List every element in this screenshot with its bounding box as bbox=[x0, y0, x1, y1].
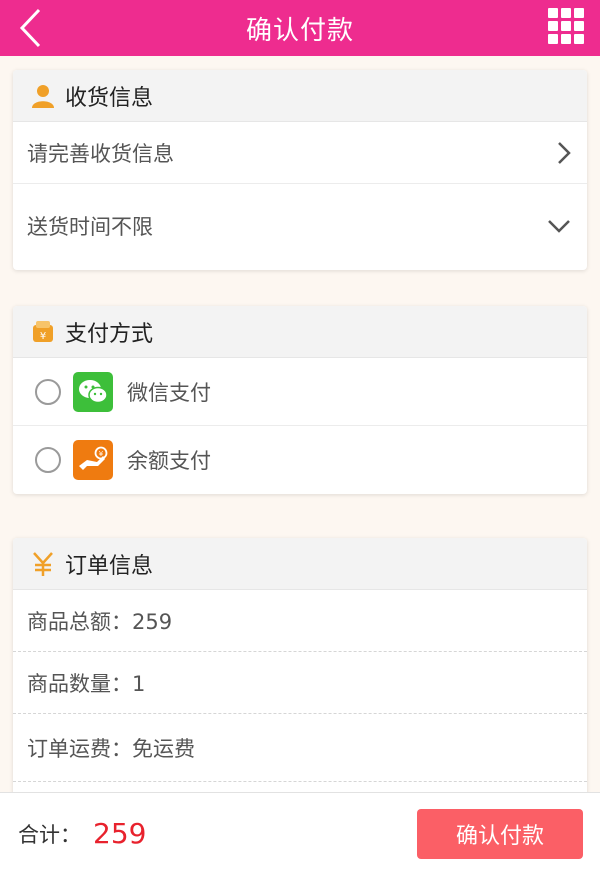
bottom-bar: 合计： 259 确认付款 bbox=[0, 792, 600, 874]
delivery-time-label: 送货时间不限 bbox=[27, 215, 153, 239]
balance-pay-icon: ¥ bbox=[73, 440, 113, 480]
payment-card: ¥ 支付方式 微信支付 ¥ 余额支付 bbox=[13, 306, 587, 494]
menu-grid-button[interactable] bbox=[546, 6, 586, 46]
total-label: 合计： bbox=[18, 822, 81, 847]
payment-option-wechat[interactable]: 微信支付 bbox=[13, 358, 587, 426]
user-icon bbox=[29, 82, 57, 110]
grid-icon bbox=[548, 8, 558, 18]
payment-option-balance[interactable]: ¥ 余额支付 bbox=[13, 426, 587, 494]
order-line-quantity: 商品数量：1 bbox=[13, 652, 587, 714]
address-placeholder: 请完善收货信息 bbox=[27, 141, 174, 166]
svg-text:¥: ¥ bbox=[99, 450, 104, 458]
shipping-card: 收货信息 请完善收货信息 送货时间不限 bbox=[13, 70, 587, 270]
payment-header: ¥ 支付方式 bbox=[13, 306, 587, 358]
svg-text:¥: ¥ bbox=[40, 331, 46, 342]
order-total-amount: 商品总额：259 bbox=[27, 609, 173, 634]
balance-pay-label: 余额支付 bbox=[127, 449, 211, 473]
chevron-left-icon bbox=[19, 8, 41, 48]
wechat-pay-icon bbox=[73, 371, 113, 412]
delivery-time-row[interactable]: 送货时间不限 bbox=[13, 184, 587, 268]
address-row[interactable]: 请完善收货信息 bbox=[13, 122, 587, 184]
wechat-pay-label: 微信支付 bbox=[127, 380, 211, 405]
back-button[interactable] bbox=[12, 6, 48, 50]
order-quantity: 商品数量：1 bbox=[27, 671, 146, 696]
chevron-right-icon bbox=[558, 141, 571, 164]
order-card: 订单信息 商品总额：259 商品数量：1 订单运费：免运费 bbox=[13, 538, 587, 808]
shipping-title: 收货信息 bbox=[65, 85, 154, 111]
order-header: 订单信息 bbox=[13, 538, 587, 590]
top-bar: 确认付款 bbox=[0, 0, 600, 56]
chevron-down-icon bbox=[548, 220, 570, 233]
order-line-shipping-fee: 订单运费：免运费 bbox=[13, 714, 587, 782]
balance-radio[interactable] bbox=[35, 447, 61, 473]
shipping-header: 收货信息 bbox=[13, 70, 587, 122]
yen-icon bbox=[29, 550, 57, 578]
wallet-icon: ¥ bbox=[29, 318, 57, 346]
page-title: 确认付款 bbox=[245, 15, 354, 46]
order-shipping-fee: 订单运费：免运费 bbox=[27, 736, 195, 761]
wechat-radio[interactable] bbox=[35, 378, 61, 405]
total-price: 259 bbox=[93, 817, 147, 850]
payment-title: 支付方式 bbox=[65, 321, 154, 347]
order-title: 订单信息 bbox=[65, 553, 154, 579]
order-line-total: 商品总额：259 bbox=[13, 590, 587, 652]
confirm-payment-button[interactable]: 确认付款 bbox=[417, 809, 583, 859]
